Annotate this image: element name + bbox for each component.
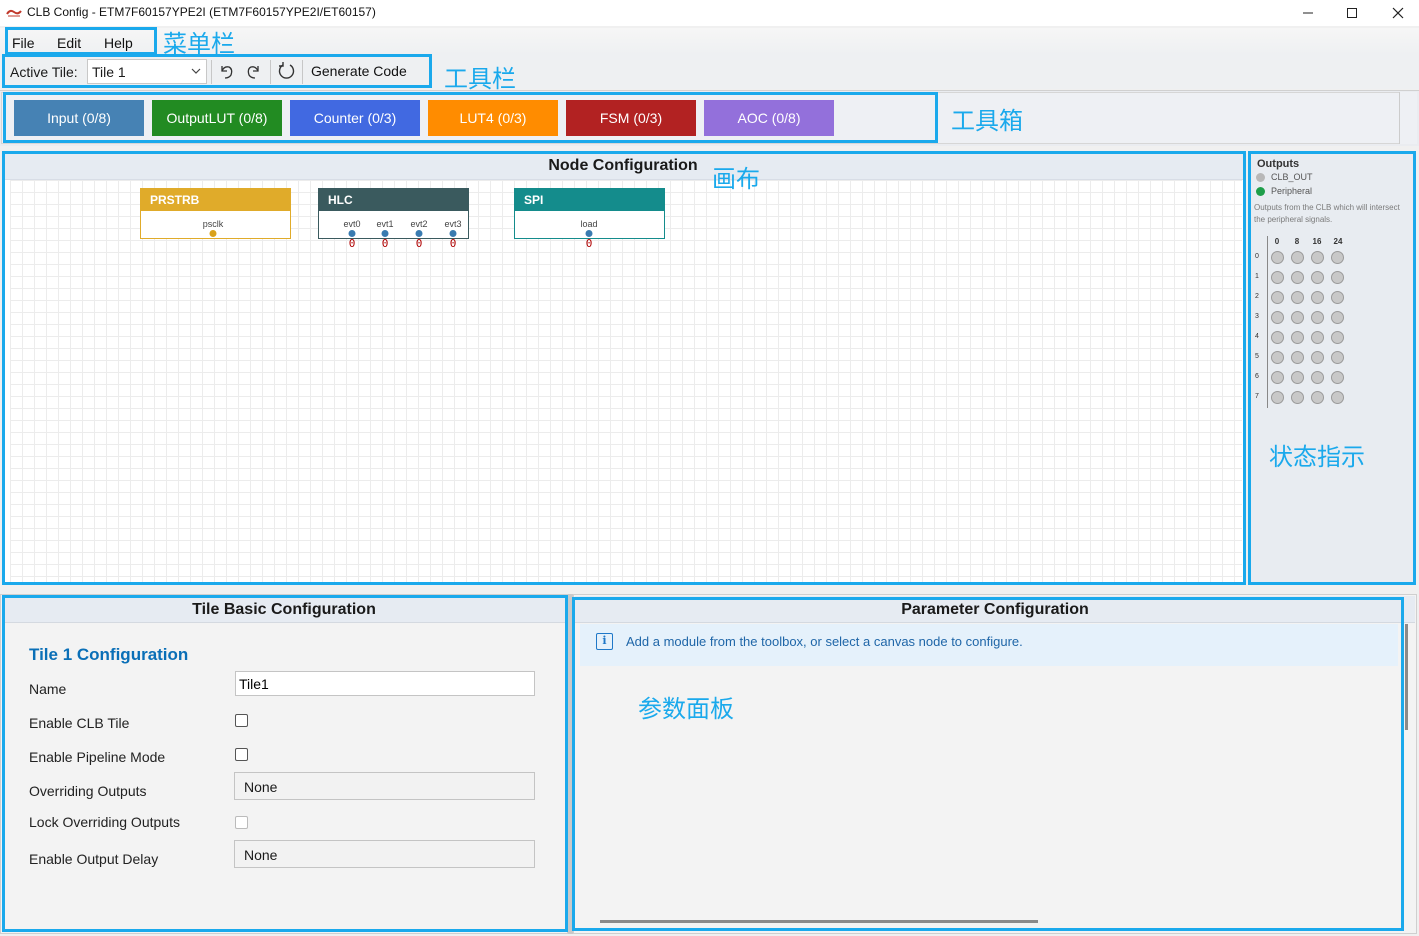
annotation-params-label: 参数面板 [638,695,734,723]
annotation-canvas-label: 画布 [712,165,760,193]
title-bar: CLB Config - ETM7F60157YPE2I (ETM7F60157… [0,0,1419,26]
maximize-button[interactable] [1329,0,1375,26]
annotation-tile-basic-box [2,595,568,932]
annotation-toolbox-label: 工具箱 [951,107,1023,135]
close-button[interactable] [1375,0,1419,26]
minimize-button[interactable] [1285,0,1331,26]
annotation-params-box [572,597,1404,931]
annotation-status-label: 状态指示 [1269,443,1365,471]
maximize-icon [1347,8,1357,18]
annotation-canvas-box [2,151,1246,585]
app-logo-icon [6,9,22,17]
close-icon [1392,7,1404,19]
minimize-icon [1303,12,1313,14]
vertical-scrollbar[interactable] [1405,624,1408,730]
annotation-toolbar-box [2,54,432,88]
annotation-toolbar-label: 工具栏 [444,65,516,93]
annotation-toolbox-box [3,92,938,143]
window-title: CLB Config - ETM7F60157YPE2I (ETM7F60157… [27,5,376,19]
annotation-menubar-box [5,27,157,55]
toolbox-scrollbar[interactable] [1399,92,1417,144]
annotation-status-box [1248,151,1416,585]
